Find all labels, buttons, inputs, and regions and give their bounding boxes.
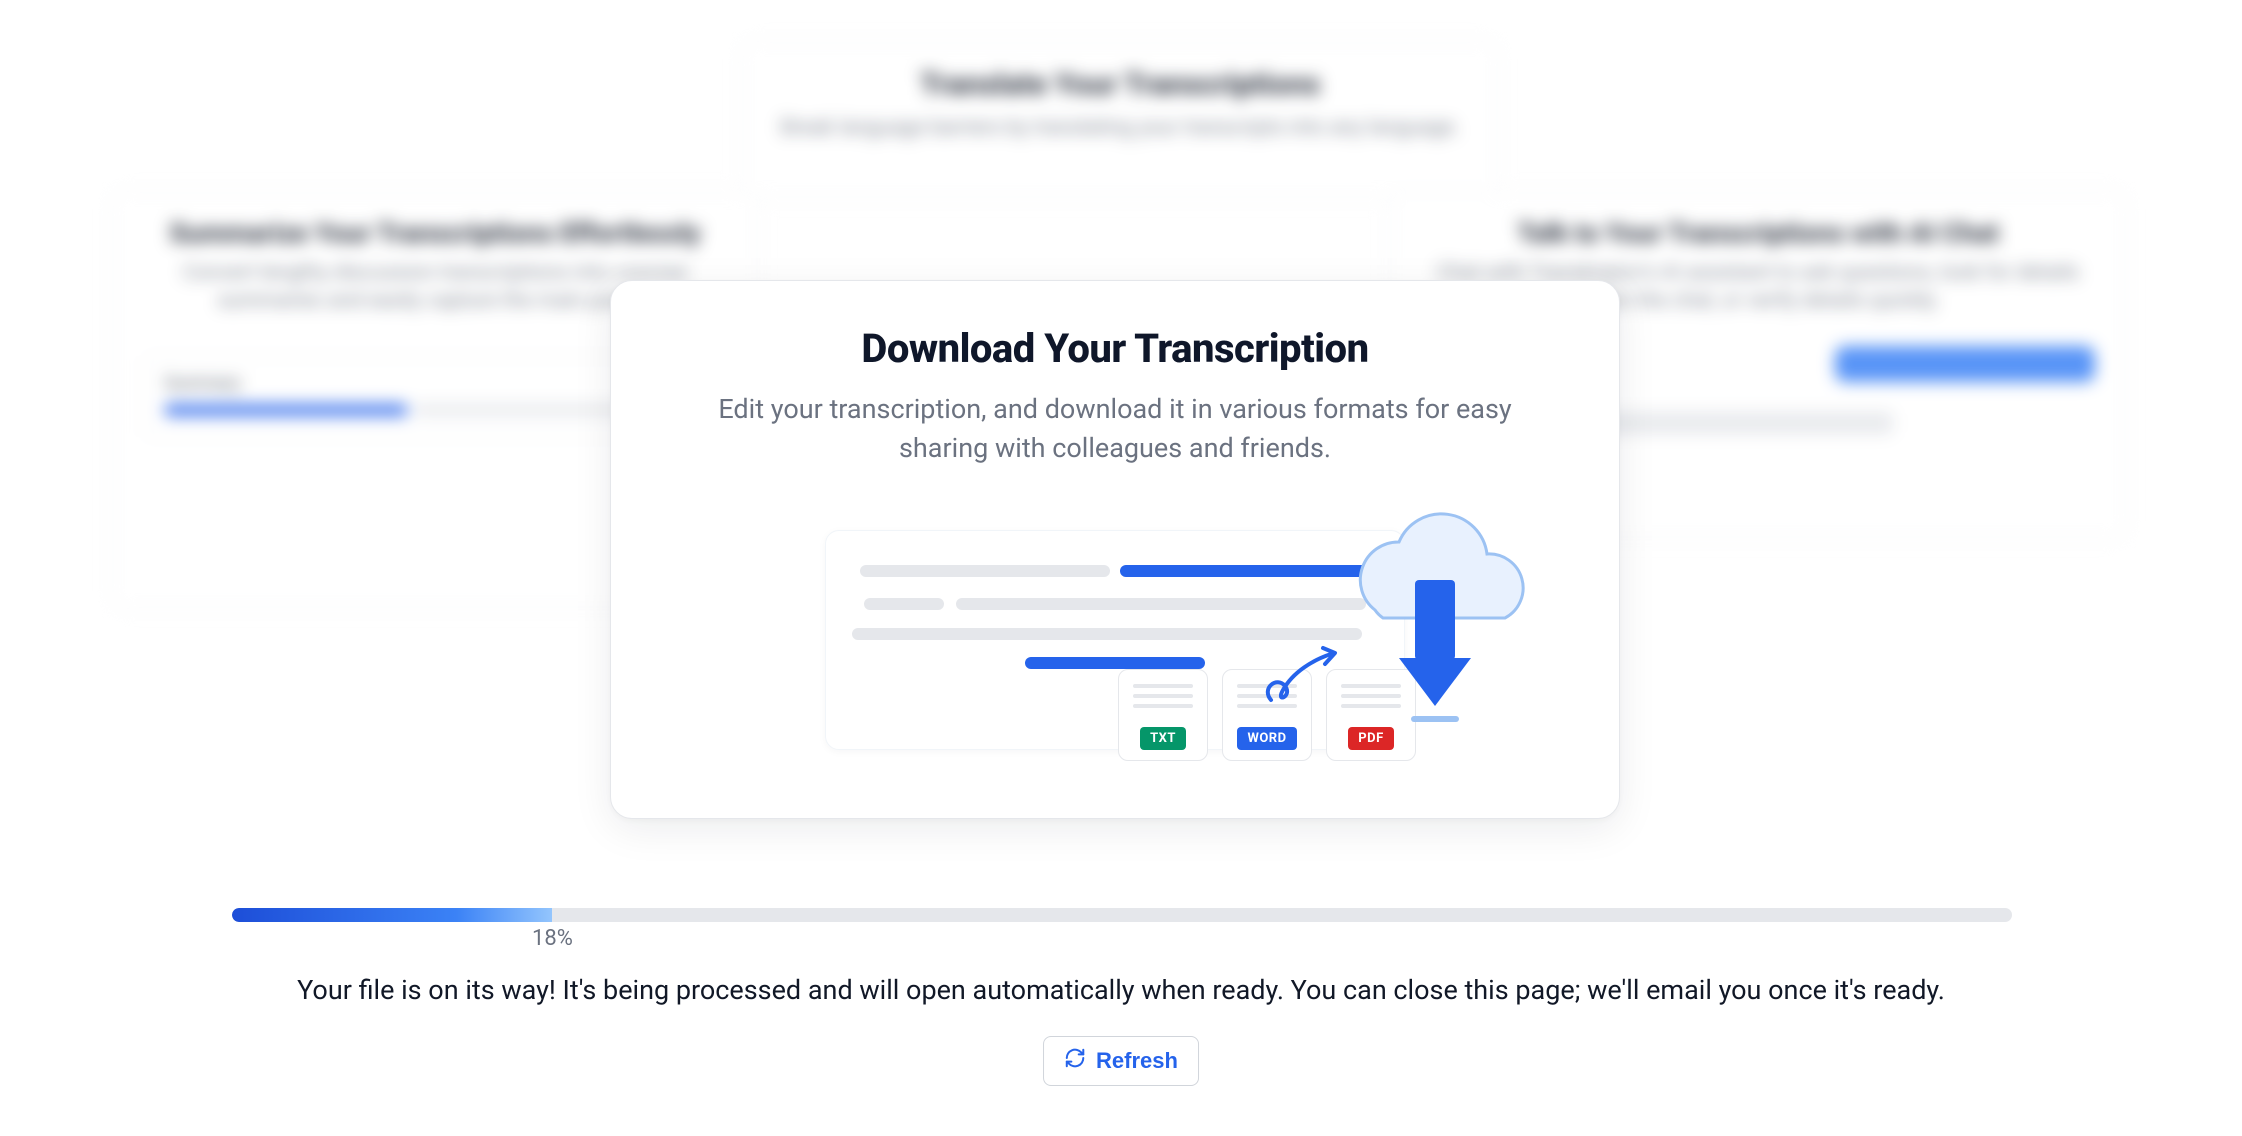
progress-label: 18%	[532, 926, 573, 951]
format-badge-word: WORD	[1237, 727, 1296, 750]
progress-track	[232, 908, 2012, 922]
format-badge-txt: TXT	[1140, 727, 1186, 750]
bg-card-translate-title: Translate Your Transcriptions	[773, 67, 1467, 102]
refresh-button[interactable]: Refresh	[1043, 1036, 1199, 1086]
bg-card-aichat-title: Talk to Your Transcriptions with AI Chat	[1421, 217, 2095, 249]
bg-card-translate: Translate Your Transcriptions Break lang…	[740, 40, 1500, 200]
file-icon-txt: TXT	[1118, 669, 1208, 761]
processing-status-text: Your file is on its way! It's being proc…	[0, 974, 2242, 1006]
modal-description: Edit your transcription, and download it…	[665, 390, 1565, 468]
bg-chat-bubble	[1835, 346, 2095, 382]
download-transcription-card: Download Your Transcription Edit your tr…	[610, 280, 1620, 819]
refresh-icon	[1064, 1047, 1086, 1075]
download-illustration: TXT WORD PDF	[665, 510, 1565, 770]
progress-bar: 18%	[232, 908, 2012, 922]
refresh-button-label: Refresh	[1096, 1048, 1178, 1074]
bg-card-summarize-title: Summarize Your Transcriptions Effortless…	[143, 217, 727, 249]
modal-title: Download Your Transcription	[665, 325, 1565, 372]
bg-card-translate-desc: Break language barriers by translating y…	[773, 114, 1467, 142]
cloud-download-icon	[1315, 510, 1545, 734]
progress-fill	[232, 908, 552, 922]
